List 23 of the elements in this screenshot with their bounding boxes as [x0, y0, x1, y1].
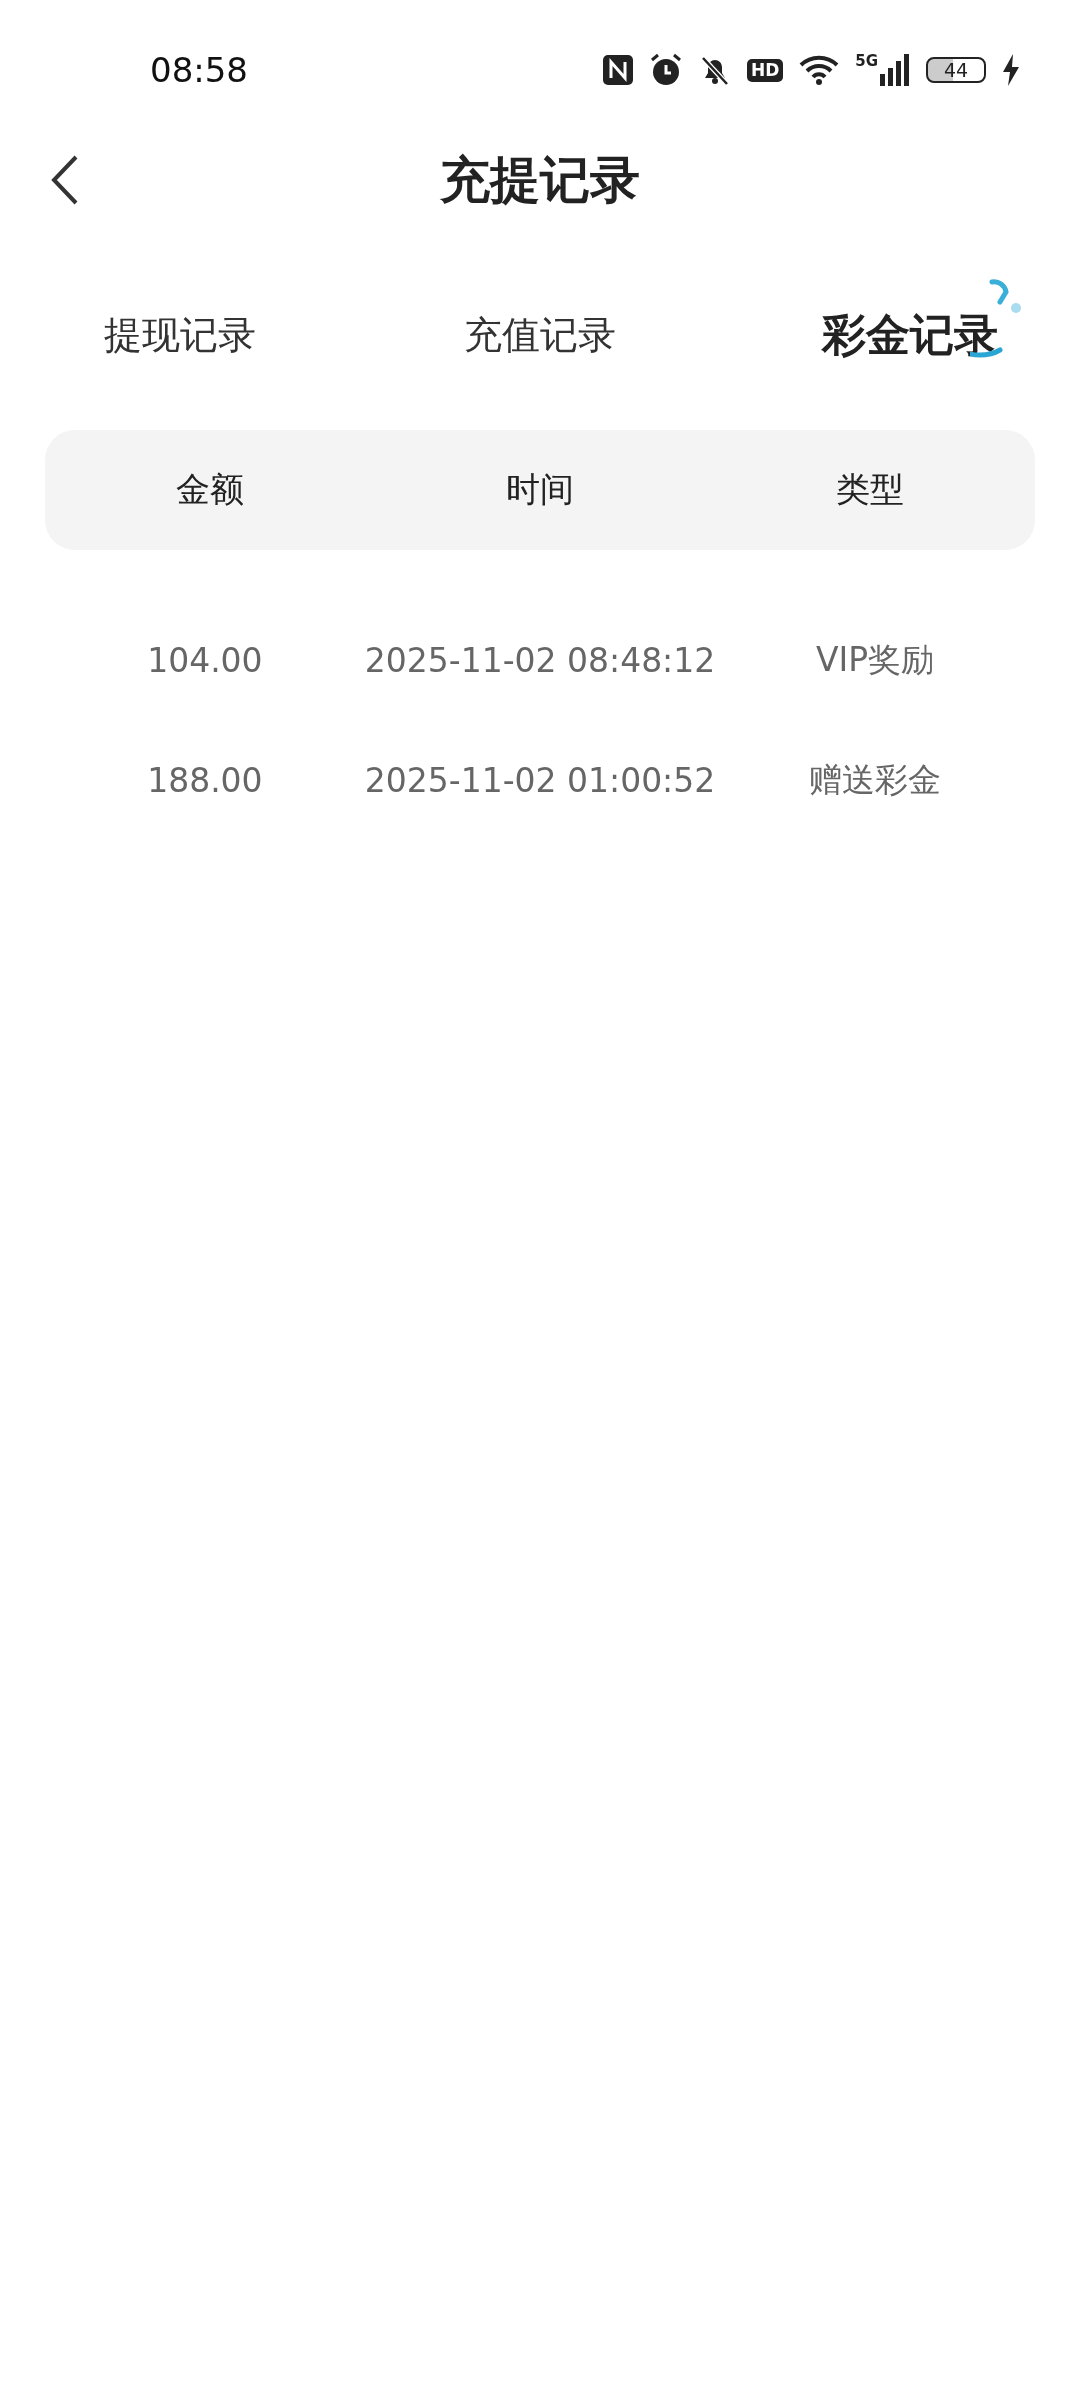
hd-badge: HD	[746, 58, 784, 82]
page-title: 充提记录	[440, 149, 640, 211]
nfc-icon	[602, 55, 633, 85]
table-cell: 2025-11-02 08:48:12	[364, 640, 716, 680]
table-cell: 188.00	[147, 760, 263, 800]
table-cell-text: 赠送彩金	[809, 758, 942, 801]
network-label: 5G	[855, 54, 878, 69]
alarm-icon	[648, 53, 683, 87]
column-header: 类型	[836, 468, 904, 511]
wifi-icon	[799, 55, 840, 85]
column-header: 时间	[506, 468, 574, 511]
table-cell: 104.00	[147, 640, 263, 680]
tab[interactable]: 彩金记录	[822, 297, 998, 373]
signal-icon	[880, 54, 910, 86]
table-cell-text: VIP奖励	[816, 638, 935, 681]
status-time: 08:58	[150, 50, 248, 90]
charging-icon	[1002, 54, 1020, 86]
tab[interactable]: 充值记录	[464, 301, 616, 369]
back-icon[interactable]	[50, 154, 80, 206]
column-header: 金额	[176, 468, 244, 511]
table-cell: 2025-11-02 01:00:52	[364, 760, 716, 800]
tab[interactable]: 提现记录	[104, 301, 256, 369]
battery-indicator: 44	[926, 57, 986, 83]
